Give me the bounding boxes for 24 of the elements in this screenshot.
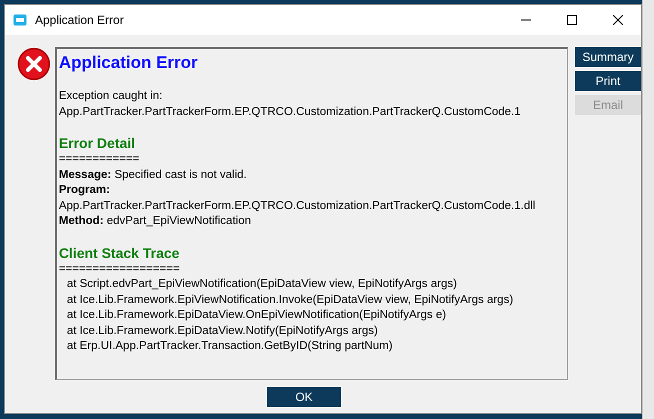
stack-trace-line: at Script.edvPart_EpiViewNotification(EpiDataView view, EpiNotifyArgs args) xyxy=(66,277,458,292)
report-field: Message: Specified cast is not valid. xyxy=(58,168,565,183)
section-heading: Error Detail xyxy=(58,134,136,152)
stack-trace-line: at Ice.Lib.Framework.EpiDataView.Notify(EpiNotifyArgs args) xyxy=(66,324,379,338)
ok-button[interactable]: OK xyxy=(267,387,341,407)
dialog-button[interactable]: Print xyxy=(575,71,641,91)
field-label: Program: xyxy=(58,183,111,198)
report-text: ============ xyxy=(58,152,140,167)
stack-trace-line: at Erp.UI.App.PartTracker.Transaction.GetByID(String partNum) xyxy=(66,339,394,354)
report-text: Exception caught in: xyxy=(58,89,164,104)
section-heading: Client Stack Trace xyxy=(58,244,180,262)
app-icon xyxy=(13,14,27,26)
maximize-icon xyxy=(567,15,577,25)
report-field: Method: edvPart_EpiViewNotification xyxy=(58,214,565,230)
window-title: Application Error xyxy=(35,13,125,27)
report-text: App.PartTracker.PartTrackerForm.EP.QTRCO.Customization.PartTrackerQ.CustomCode.1 xyxy=(58,104,522,120)
report-title: Application Error xyxy=(58,52,199,74)
report-text: ================== xyxy=(58,262,181,276)
stack-trace-line: at Ice.Lib.Framework.EpiViewNotification.Invoke(EpiDataView view, EpiNotifyArgs args) xyxy=(66,292,514,308)
close-icon xyxy=(613,15,623,25)
stack-trace-line: at Ice.Lib.Framework.EpiDataView.OnEpiViewNotification(EpiNotifyArgs e) xyxy=(66,308,448,323)
report-text: App.PartTracker.PartTrackerForm.EP.QTRCO.Customization.PartTrackerQ.CustomCode.1.dll xyxy=(58,198,536,214)
error-icon xyxy=(17,47,51,81)
dialog-button[interactable]: Summary xyxy=(575,47,641,67)
